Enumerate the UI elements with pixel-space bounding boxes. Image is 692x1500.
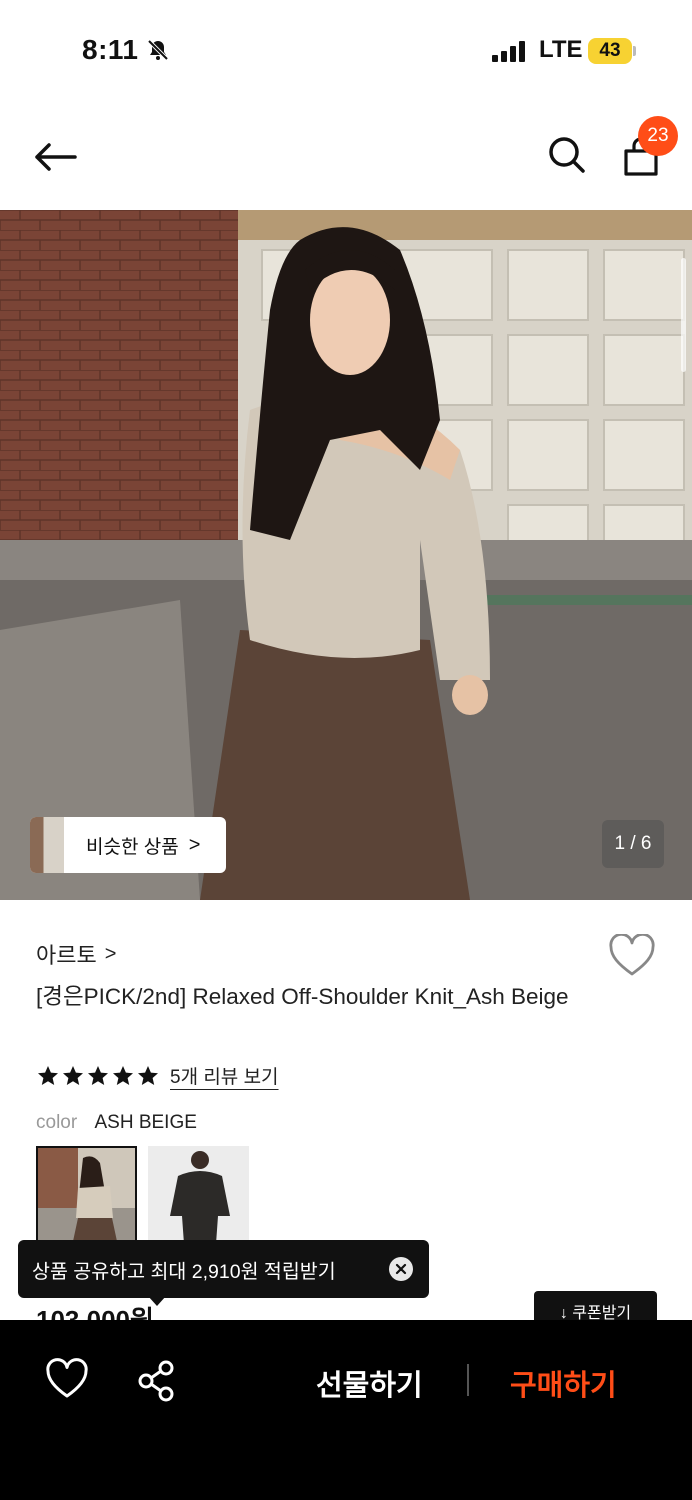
heart-icon bbox=[609, 932, 655, 976]
brand-link[interactable]: 아르토 > bbox=[36, 938, 116, 970]
product-photo bbox=[0, 210, 692, 900]
color-swatch-ash-beige[interactable] bbox=[36, 1146, 137, 1244]
toast-close-button[interactable] bbox=[389, 1257, 413, 1281]
product-title: [경은PICK/2nd] Relaxed Off-Shoulder Knit_A… bbox=[36, 984, 569, 1009]
color-swatch-alt[interactable] bbox=[148, 1146, 249, 1244]
toast-pointer bbox=[148, 1296, 166, 1306]
star-icon bbox=[63, 1065, 83, 1085]
swatch-image bbox=[38, 1148, 135, 1242]
star-rating bbox=[36, 1064, 160, 1088]
heart-icon bbox=[46, 1358, 88, 1398]
toast-message: 상품 공유하고 최대 2,910원 적립받기 bbox=[32, 1260, 336, 1283]
share-icon bbox=[138, 1360, 174, 1402]
share-button[interactable] bbox=[134, 1358, 180, 1404]
rating-row: 5개 리뷰 보기 bbox=[36, 1062, 279, 1089]
buy-button[interactable]: 구매하기 bbox=[510, 1362, 617, 1404]
color-value: ASH BEIGE bbox=[94, 1112, 197, 1133]
battery-tip bbox=[633, 46, 636, 56]
search-icon bbox=[549, 137, 585, 173]
similar-products-button[interactable]: 비슷한 상품 > bbox=[30, 817, 226, 873]
battery-icon: 43 bbox=[588, 38, 632, 64]
similar-thumbnail bbox=[30, 817, 64, 873]
wishlist-button[interactable] bbox=[608, 932, 656, 982]
similar-products-label: 비슷한 상품 bbox=[86, 836, 179, 858]
color-key: color bbox=[36, 1112, 78, 1133]
bottom-action-bar: 선물하기 구매하기 bbox=[0, 1320, 692, 1500]
share-reward-toast[interactable]: 상품 공유하고 최대 2,910원 적립받기 bbox=[18, 1240, 429, 1298]
status-time: 8:11 bbox=[82, 34, 139, 65]
back-button[interactable] bbox=[30, 132, 80, 182]
star-icon bbox=[113, 1065, 133, 1085]
brand-name: 아르토 bbox=[36, 943, 97, 968]
color-row: color ASH BEIGE bbox=[36, 1112, 197, 1134]
status-bar: 8:11 LTE 43 bbox=[0, 0, 692, 100]
nav-bar bbox=[0, 108, 692, 208]
image-counter: 1 / 6 bbox=[602, 820, 664, 868]
swatch-image bbox=[148, 1146, 249, 1244]
search-button[interactable] bbox=[542, 130, 592, 180]
star-icon bbox=[138, 1065, 158, 1085]
divider bbox=[467, 1364, 469, 1396]
close-icon bbox=[395, 1263, 407, 1275]
product-image-carousel[interactable] bbox=[0, 210, 692, 900]
scroll-indicator bbox=[681, 258, 686, 372]
review-link[interactable]: 5개 리뷰 보기 bbox=[170, 1062, 279, 1089]
network-label: LTE bbox=[539, 36, 583, 63]
star-icon bbox=[38, 1065, 58, 1085]
chevron-right-icon: > bbox=[104, 942, 117, 965]
bell-off-icon bbox=[147, 39, 169, 61]
like-button[interactable] bbox=[44, 1358, 90, 1404]
cart-count-badge: 23 bbox=[638, 116, 678, 156]
star-icon bbox=[88, 1065, 108, 1085]
signal-icon bbox=[492, 40, 528, 62]
gift-button[interactable]: 선물하기 bbox=[316, 1362, 423, 1404]
chevron-right-icon: > bbox=[188, 833, 201, 856]
arrow-left-icon bbox=[35, 143, 77, 171]
